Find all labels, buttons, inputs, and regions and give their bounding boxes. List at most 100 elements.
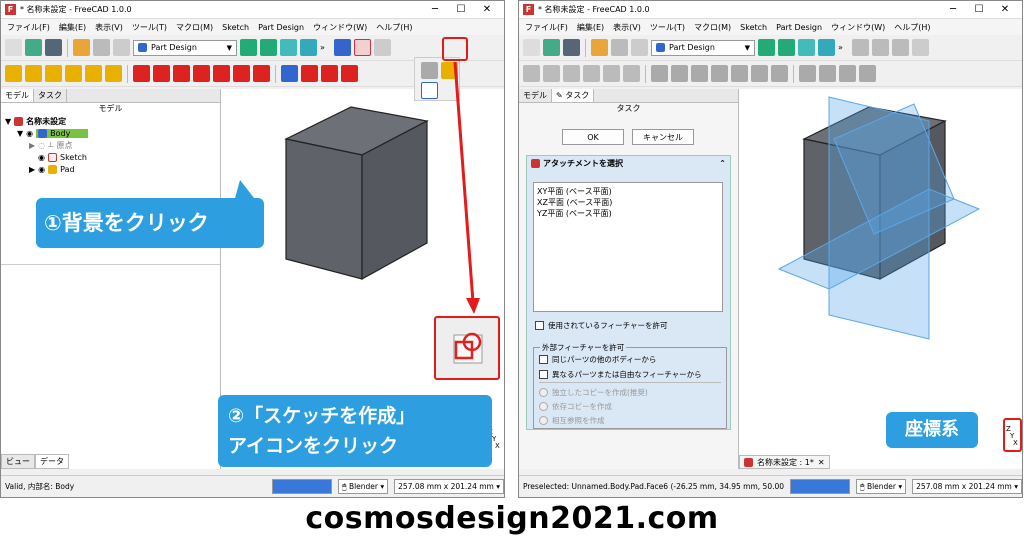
eye-icon[interactable]: ◉: [38, 165, 45, 174]
cross-reference-radio[interactable]: 相互参照を作成: [539, 415, 605, 426]
dimension-readout[interactable]: 257.08 mm x 201.24 mm ▾: [912, 479, 1022, 494]
close-tab-icon[interactable]: ✕: [818, 458, 825, 467]
subtractive-loft-icon[interactable]: [193, 65, 210, 82]
revolution-icon[interactable]: [25, 65, 42, 82]
tab-view[interactable]: ビュー: [1, 454, 35, 469]
refresh-icon[interactable]: [113, 39, 130, 56]
radio-circle[interactable]: [539, 388, 548, 397]
checkbox-box[interactable]: [539, 370, 548, 379]
expand-arrow-icon[interactable]: ▼: [5, 117, 11, 126]
tree-item-document[interactable]: ▼ 名称未設定: [5, 115, 220, 127]
new-file-icon[interactable]: [523, 39, 540, 56]
tab-task[interactable]: ✎ タスク: [552, 89, 595, 102]
refresh-icon[interactable]: [631, 39, 648, 56]
menu-edit[interactable]: 編集(E): [59, 22, 86, 33]
whats-this-icon[interactable]: [891, 39, 909, 56]
view-cube-icon[interactable]: [280, 39, 297, 56]
menu-sketch[interactable]: Sketch: [740, 23, 767, 32]
dimension-readout[interactable]: 257.08 mm x 201.24 mm ▾: [394, 479, 504, 494]
undo-icon[interactable]: [73, 39, 90, 56]
minimize-button[interactable]: ─: [422, 4, 448, 15]
save-icon[interactable]: [45, 39, 62, 56]
radio-circle[interactable]: [539, 416, 548, 425]
list-item[interactable]: XY平面 (ベース平面): [537, 186, 719, 197]
tab-task[interactable]: タスク: [34, 89, 67, 102]
menu-tools[interactable]: ツール(T): [650, 22, 685, 33]
expand-arrow-icon[interactable]: ▶: [29, 141, 35, 150]
chamfer-icon[interactable]: [301, 65, 318, 82]
minimize-button[interactable]: ─: [940, 4, 966, 15]
toolbar-overflow[interactable]: »: [838, 43, 843, 52]
open-file-icon[interactable]: [25, 39, 42, 56]
tree-item-body[interactable]: ▼ ◉ Body: [5, 127, 220, 139]
measure-icon[interactable]: [300, 39, 317, 56]
pocket-icon[interactable]: [133, 65, 150, 82]
zoom-selection-icon[interactable]: [778, 39, 795, 56]
menu-view[interactable]: 表示(V): [95, 22, 123, 33]
subtractive-primitive-icon[interactable]: [253, 65, 270, 82]
navigation-style[interactable]: 🖱 Blender ▾: [856, 479, 907, 494]
tab-data[interactable]: データ: [35, 454, 69, 469]
checkbox-box[interactable]: [539, 355, 548, 364]
redo-icon[interactable]: [611, 39, 628, 56]
menu-sketch[interactable]: Sketch: [222, 23, 249, 32]
zoom-fit-icon[interactable]: [240, 39, 257, 56]
measure-icon[interactable]: [818, 39, 835, 56]
same-part-checkbox[interactable]: 同じパーツの他のボディーから: [539, 354, 656, 365]
additive-primitive-icon[interactable]: [105, 65, 122, 82]
create-sketch-icon[interactable]: [353, 39, 371, 56]
dependent-copy-radio[interactable]: 依存コピーを作成: [539, 401, 612, 412]
tab-model[interactable]: モデル: [519, 89, 552, 102]
open-file-icon[interactable]: [543, 39, 560, 56]
view-cube-icon[interactable]: [798, 39, 815, 56]
tree-item-pad[interactable]: ▶ ◉ Pad: [5, 163, 220, 175]
sub-shape-binder-icon[interactable]: [441, 62, 458, 79]
undo-icon[interactable]: [591, 39, 608, 56]
menu-file[interactable]: ファイル(F): [525, 22, 568, 33]
independent-copy-radio[interactable]: 独立したコピーを作成(推奨): [539, 387, 648, 398]
other-part-checkbox[interactable]: 異なるパーツまたは自由なフィーチャーから: [539, 369, 702, 380]
redo-icon[interactable]: [93, 39, 110, 56]
menu-partdesign[interactable]: Part Design: [776, 23, 822, 32]
eye-hidden-icon[interactable]: ◌: [38, 141, 45, 150]
toolbar-overflow[interactable]: »: [320, 43, 325, 52]
menu-window[interactable]: ウィンドウ(W): [313, 22, 367, 33]
tree-item-sketch[interactable]: ◉ Sketch: [5, 151, 220, 163]
pad-icon[interactable]: [5, 65, 22, 82]
maximize-button[interactable]: ☐: [966, 4, 992, 15]
menu-macro[interactable]: マクロ(M): [176, 22, 213, 33]
menu-edit[interactable]: 編集(E): [577, 22, 604, 33]
menu-macro[interactable]: マクロ(M): [694, 22, 731, 33]
navigation-style[interactable]: 🖱 Blender ▾: [338, 479, 389, 494]
datum-plane-icon[interactable]: [421, 82, 438, 99]
pipe-icon[interactable]: [65, 65, 82, 82]
subtractive-pipe-icon[interactable]: [213, 65, 230, 82]
cancel-button[interactable]: キャンセル: [632, 129, 694, 145]
body-icon[interactable]: [851, 39, 869, 56]
workbench-selector[interactable]: Part Design ▼: [651, 39, 755, 56]
create-sketch-icon[interactable]: [871, 39, 889, 56]
menu-file[interactable]: ファイル(F): [7, 22, 50, 33]
menu-view[interactable]: 表示(V): [613, 22, 641, 33]
clone-icon[interactable]: [421, 62, 438, 79]
body-icon[interactable]: [333, 39, 351, 56]
save-icon[interactable]: [563, 39, 580, 56]
helix-icon[interactable]: [85, 65, 102, 82]
checkbox-box[interactable]: [535, 321, 544, 330]
document-tab[interactable]: 名称未設定 : 1* ✕: [739, 455, 830, 469]
draft-icon[interactable]: [321, 65, 338, 82]
thickness-icon[interactable]: [341, 65, 358, 82]
fillet-icon[interactable]: [281, 65, 298, 82]
hole-icon[interactable]: [153, 65, 170, 82]
list-item[interactable]: XZ平面 (ベース平面): [537, 197, 719, 208]
radio-circle[interactable]: [539, 402, 548, 411]
zoom-selection-icon[interactable]: [260, 39, 277, 56]
loft-icon[interactable]: [45, 65, 62, 82]
validate-icon[interactable]: [911, 39, 929, 56]
new-file-icon[interactable]: [5, 39, 22, 56]
menu-help[interactable]: ヘルプ(H): [376, 22, 412, 33]
plane-list[interactable]: XY平面 (ベース平面) XZ平面 (ベース平面) YZ平面 (ベース平面): [533, 182, 723, 312]
validate-icon[interactable]: [373, 39, 391, 56]
eye-icon[interactable]: ◉: [38, 153, 45, 162]
menu-partdesign[interactable]: Part Design: [258, 23, 304, 32]
